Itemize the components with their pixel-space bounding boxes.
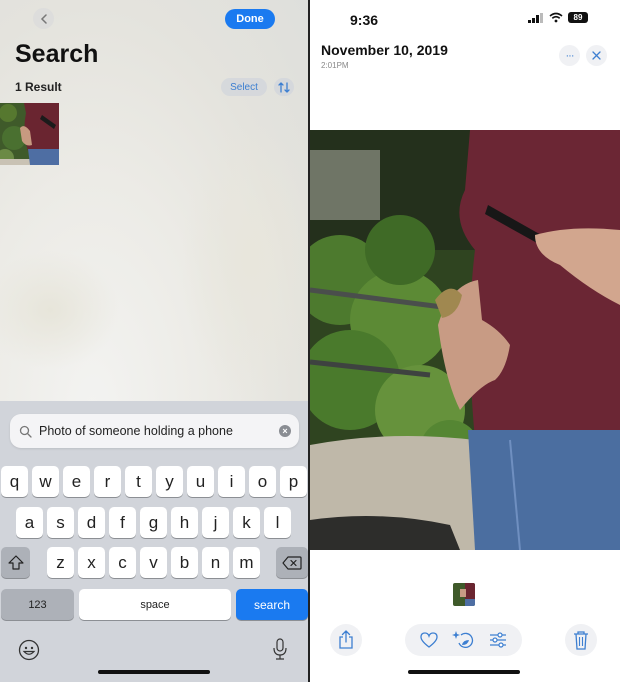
key-r[interactable]: r xyxy=(94,466,121,497)
key-h[interactable]: h xyxy=(171,507,198,538)
key-k[interactable]: k xyxy=(233,507,260,538)
search-input[interactable]: Photo of someone holding a phone × xyxy=(10,414,299,448)
photo-viewer-screen: 9:36 89 November 10, 2019 2:01PM ··· xyxy=(310,0,620,682)
shift-key[interactable] xyxy=(1,547,30,578)
background-blur xyxy=(0,250,120,370)
main-photo[interactable] xyxy=(310,130,620,550)
key-b[interactable]: b xyxy=(171,547,198,578)
delete-button[interactable] xyxy=(565,624,597,656)
microphone-button[interactable] xyxy=(272,637,288,666)
sliders-icon xyxy=(489,632,506,648)
key-d[interactable]: d xyxy=(78,507,105,538)
chevron-left-icon xyxy=(40,13,47,24)
key-l[interactable]: l xyxy=(264,507,291,538)
space-key[interactable]: space xyxy=(79,589,231,620)
backspace-icon xyxy=(282,555,302,570)
home-indicator xyxy=(98,670,210,674)
photo-image xyxy=(310,130,620,550)
favorite-button[interactable] xyxy=(420,632,438,648)
shift-icon xyxy=(7,555,24,570)
sort-button[interactable] xyxy=(274,78,294,96)
key-t[interactable]: t xyxy=(125,466,152,497)
photo-thumbnail-image xyxy=(0,103,59,165)
key-x[interactable]: x xyxy=(78,547,105,578)
close-icon xyxy=(592,51,601,60)
select-button[interactable]: Select xyxy=(221,78,267,96)
clear-x-icon[interactable]: × xyxy=(279,425,291,437)
done-button[interactable]: Done xyxy=(225,9,275,29)
filmstrip-thumbnail[interactable] xyxy=(453,583,475,606)
key-s[interactable]: s xyxy=(47,507,74,538)
key-a[interactable]: a xyxy=(16,507,43,538)
key-o[interactable]: o xyxy=(249,466,276,497)
key-p[interactable]: p xyxy=(280,466,307,497)
emoji-icon xyxy=(18,639,40,661)
keyboard-area: Photo of someone holding a phone × 123 s… xyxy=(0,401,308,682)
heart-icon xyxy=(420,632,438,648)
key-w[interactable]: w xyxy=(32,466,59,497)
key-i[interactable]: i xyxy=(218,466,245,497)
emoji-button[interactable] xyxy=(18,639,40,666)
magnifier-icon xyxy=(19,425,32,438)
key-z[interactable]: z xyxy=(47,547,74,578)
numbers-key[interactable]: 123 xyxy=(1,589,74,620)
key-g[interactable]: g xyxy=(140,507,167,538)
key-y[interactable]: y xyxy=(156,466,183,497)
result-count: 1 Result xyxy=(15,80,62,94)
photo-actions-group xyxy=(405,624,522,656)
search-query-text[interactable]: Photo of someone holding a phone xyxy=(39,424,279,438)
search-result-thumbnail[interactable] xyxy=(0,103,59,165)
ellipsis-icon: ··· xyxy=(565,49,575,62)
back-button[interactable] xyxy=(33,8,54,29)
photo-time: 2:01PM xyxy=(321,61,349,70)
more-options-button[interactable]: ··· xyxy=(559,45,580,66)
status-icons: 89 xyxy=(528,12,588,23)
photo-thumbnail-image xyxy=(453,583,475,606)
backspace-key[interactable] xyxy=(276,547,308,578)
sort-arrows-icon xyxy=(278,81,290,93)
key-f[interactable]: f xyxy=(109,507,136,538)
search-key[interactable]: search xyxy=(236,589,308,620)
close-button[interactable] xyxy=(586,45,607,66)
key-e[interactable]: e xyxy=(63,466,90,497)
search-screen: Done Search 1 Result Select Photo of som… xyxy=(0,0,308,682)
key-m[interactable]: m xyxy=(233,547,260,578)
key-v[interactable]: v xyxy=(140,547,167,578)
background-blur xyxy=(180,120,308,400)
battery-indicator: 89 xyxy=(568,12,588,23)
edit-adjust-button[interactable] xyxy=(489,632,507,648)
photo-date: November 10, 2019 xyxy=(321,42,448,58)
key-j[interactable]: j xyxy=(202,507,229,538)
visual-look-up-button[interactable] xyxy=(452,630,474,650)
share-button[interactable] xyxy=(330,624,362,656)
page-title: Search xyxy=(15,40,99,68)
key-q[interactable]: q xyxy=(1,466,28,497)
key-u[interactable]: u xyxy=(187,466,214,497)
microphone-icon xyxy=(273,638,287,660)
home-indicator xyxy=(408,670,520,674)
cellular-signal-icon xyxy=(528,12,543,23)
share-icon xyxy=(339,630,353,649)
trash-icon xyxy=(574,631,588,650)
key-n[interactable]: n xyxy=(202,547,229,578)
wifi-icon xyxy=(549,12,563,23)
status-time: 9:36 xyxy=(350,12,379,28)
key-c[interactable]: c xyxy=(109,547,136,578)
visual-look-up-icon xyxy=(452,631,474,649)
